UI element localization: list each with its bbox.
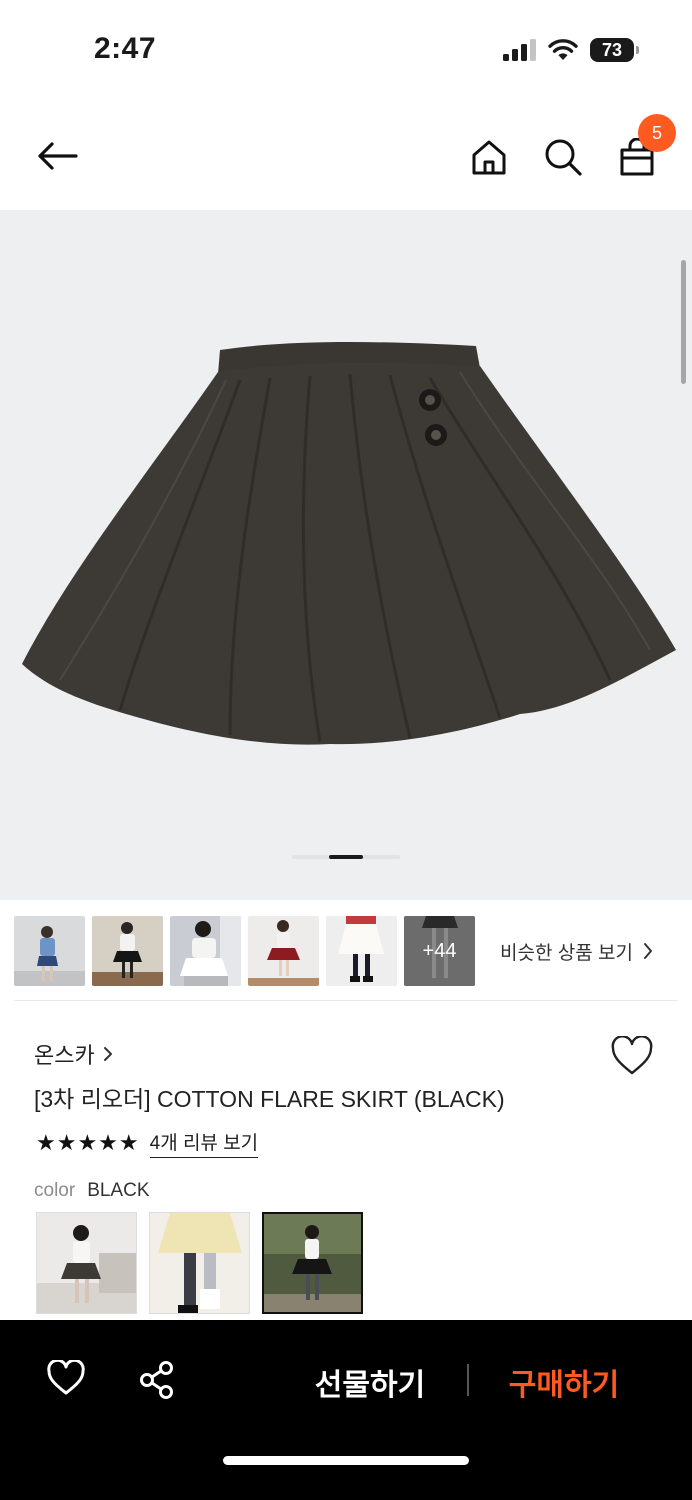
heart-icon (47, 1358, 85, 1395)
home-icon (472, 140, 506, 175)
share-button[interactable] (138, 1360, 176, 1400)
thumbnail-5[interactable] (326, 916, 397, 986)
thumbnail-2[interactable] (92, 916, 163, 986)
model-photo-image (92, 916, 163, 986)
cellular-signal-icon (503, 39, 536, 61)
gift-button[interactable]: 선물하기 (300, 1360, 440, 1404)
status-bar: 2:47 73 (0, 0, 692, 100)
brand-name: 온스카 (34, 1043, 95, 1068)
color-option-2[interactable] (149, 1212, 250, 1314)
thumbnail-more-count: +44 (422, 939, 457, 962)
battery-icon: 73 (590, 38, 639, 62)
chevron-right-icon (643, 943, 652, 959)
carousel-indicator-active (329, 855, 363, 859)
back-button[interactable] (34, 138, 80, 174)
thumbnail-4[interactable] (248, 916, 319, 986)
cart-count-badge: 5 (638, 114, 676, 152)
product-rating: ★★★★★ 4개 리뷰 보기 (36, 1128, 259, 1158)
model-photo-image (248, 916, 319, 986)
color-option-row: color BLACK (34, 1180, 150, 1202)
color-options (36, 1212, 363, 1314)
review-link[interactable]: 4개 리뷰 보기 (149, 1128, 259, 1158)
search-icon (545, 139, 582, 176)
thumbnail-3[interactable] (170, 916, 241, 986)
wishlist-button[interactable] (610, 1035, 656, 1078)
color-option-3-selected[interactable] (262, 1212, 363, 1314)
status-icons: 73 (502, 38, 639, 62)
option-photo-image (37, 1213, 136, 1313)
chevron-right-icon (103, 1047, 112, 1061)
search-button[interactable] (540, 134, 586, 180)
similar-products-label: 비슷한 상품 보기 (500, 942, 633, 964)
brand-link[interactable]: 온스카 (34, 1038, 113, 1070)
carousel-indicator (292, 855, 400, 859)
color-value: BLACK (87, 1180, 150, 1201)
home-indicator[interactable] (223, 1456, 469, 1465)
buy-button[interactable]: 구매하기 (494, 1360, 634, 1404)
nav-actions: 5 (466, 114, 676, 180)
option-photo-image (264, 1214, 361, 1312)
product-image-carousel[interactable] (0, 210, 692, 900)
option-photo-image (150, 1213, 249, 1313)
model-photo-image (170, 916, 241, 986)
bottom-wishlist-button[interactable] (46, 1358, 88, 1400)
share-icon (140, 1361, 173, 1399)
similar-products-link[interactable]: 비슷한 상품 보기 (500, 938, 653, 965)
model-photo-image (14, 916, 85, 986)
arrow-left-icon (38, 142, 78, 170)
battery-level: 73 (601, 39, 623, 60)
color-label: color (34, 1180, 76, 1201)
thumbnail-more[interactable]: +44 (404, 916, 475, 986)
wifi-icon (548, 39, 578, 60)
heart-icon (611, 1035, 653, 1075)
button-separator (467, 1364, 469, 1396)
model-photo-image (326, 916, 397, 986)
nav-bar: 5 (0, 100, 692, 210)
home-button[interactable] (466, 134, 512, 180)
cart-button[interactable]: 5 (614, 114, 676, 180)
related-thumbnails: +44 비슷한 상품 보기 (14, 916, 678, 986)
hero-scrollbar[interactable] (681, 260, 686, 384)
thumbnail-1[interactable] (14, 916, 85, 986)
color-option-1[interactable] (36, 1212, 137, 1314)
star-rating-icon: ★★★★★ (36, 1130, 140, 1155)
section-divider (14, 1000, 678, 1001)
skirt-image (22, 342, 676, 745)
bottom-action-bar: 선물하기 구매하기 (0, 1320, 692, 1500)
status-time: 2:47 (94, 32, 157, 65)
product-title: [3차 리오더] COTTON FLARE SKIRT (BLACK) (34, 1086, 505, 1112)
